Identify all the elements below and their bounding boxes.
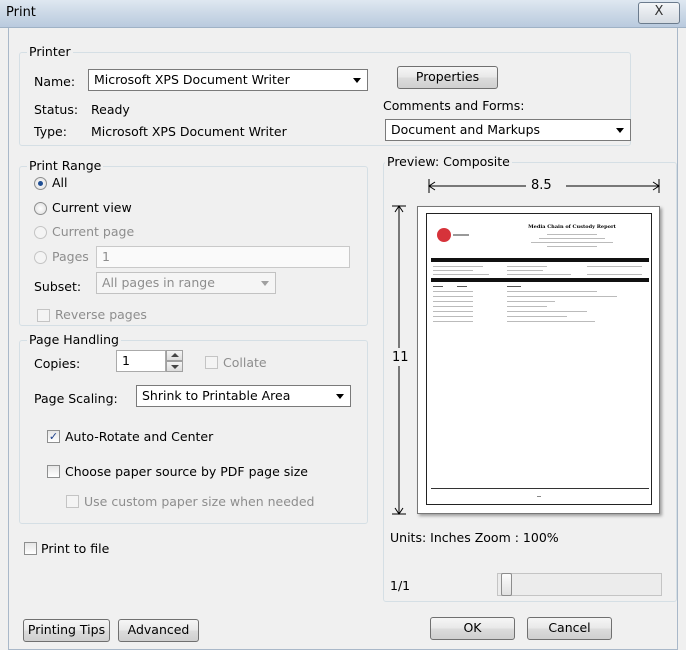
auto-rotate-checkbox[interactable]: ✓ [47,430,60,443]
ok-button[interactable]: OK [430,617,515,640]
preview-label: Preview: Composite [385,154,512,169]
custom-paper-checkbox[interactable] [66,495,79,508]
subset-select[interactable]: All pages in range [96,272,276,294]
page-scaling-label: Page Scaling: [34,391,118,406]
doc-title: Media Chain of Custody Report [528,224,616,230]
height-dimension-label: 11 [392,350,409,365]
properties-button[interactable]: Properties [397,66,498,89]
collate-checkbox[interactable] [205,356,218,369]
page-slider[interactable] [497,573,662,596]
comments-forms-label: Comments and Forms: [383,98,525,113]
width-dimension-label: 8.5 [531,178,552,193]
radio-current-view[interactable] [34,202,47,215]
page-printable-border: Media Chain of Custody Report [426,213,652,505]
printer-name-value: Microsoft XPS Document Writer [94,72,290,87]
printer-name-label: Name: [34,74,76,89]
chevron-up-icon [171,353,179,357]
printer-type-label: Type: [34,124,67,139]
printing-tips-button[interactable]: Printing Tips [23,619,110,642]
checkmark-icon: ✓ [48,430,59,443]
window-title: Print [6,5,36,20]
close-icon: X [654,4,664,19]
custom-paper-label: Use custom paper size when needed [84,494,315,509]
page-scaling-value: Shrink to Printable Area [142,388,291,403]
comments-forms-value: Document and Markups [391,122,541,137]
title-bar: Print X [0,0,686,28]
copies-input[interactable]: 1 [116,350,166,372]
radio-current-page-label: Current page [52,224,135,239]
page-handling-legend: Page Handling [27,332,121,347]
radio-pages[interactable] [34,251,47,264]
cancel-button[interactable]: Cancel [527,617,612,640]
printer-status-label: Status: [34,102,79,117]
reverse-pages-label: Reverse pages [55,307,147,322]
radio-current-page[interactable] [34,226,47,239]
printer-status-value: Ready [91,102,130,117]
collate-label: Collate [223,355,267,370]
reverse-pages-checkbox[interactable] [37,309,50,322]
chevron-down-icon [261,281,269,286]
chevron-down-icon [171,365,179,369]
logo-icon [437,228,451,242]
page-counter: 1/1 [390,578,411,593]
paper-source-checkbox[interactable] [47,465,60,478]
radio-all[interactable] [34,177,47,190]
pages-input[interactable]: 1 [96,246,350,268]
units-zoom-label: Units: Inches Zoom : 100% [390,530,559,545]
radio-all-label: All [52,175,68,190]
printer-name-select[interactable]: Microsoft XPS Document Writer [88,69,368,91]
subset-label: Subset: [34,279,82,294]
copies-label: Copies: [34,356,81,371]
copies-down-button[interactable] [166,361,183,372]
copies-up-button[interactable] [166,350,183,361]
comments-forms-select[interactable]: Document and Markups [385,119,631,141]
subset-value: All pages in range [102,275,215,290]
auto-rotate-label: Auto-Rotate and Center [65,429,214,444]
page-scaling-select[interactable]: Shrink to Printable Area [136,385,351,407]
preview-page: Media Chain of Custody Report [417,206,660,514]
print-to-file-checkbox[interactable] [24,542,37,555]
advanced-button[interactable]: Advanced [118,619,199,642]
logo-text-line [453,234,469,236]
printer-type-value: Microsoft XPS Document Writer [91,124,287,139]
chevron-down-icon [616,128,624,133]
paper-source-label: Choose paper source by PDF page size [65,464,308,479]
radio-pages-label: Pages [52,249,89,264]
doc-header-bar [431,258,649,262]
printer-legend: Printer [27,44,73,59]
chevron-down-icon [336,394,344,399]
radio-current-view-label: Current view [52,200,132,215]
print-to-file-label: Print to file [41,541,110,556]
print-range-legend: Print Range [27,158,104,173]
chevron-down-icon [353,78,361,83]
page-slider-thumb[interactable] [501,573,512,596]
close-button[interactable]: X [638,2,680,24]
doc-activity-bar [431,278,649,282]
